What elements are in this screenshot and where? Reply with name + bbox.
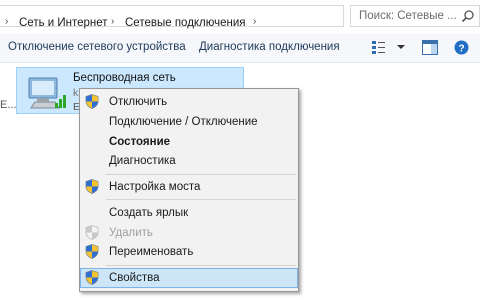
menu-item-disable[interactable]: Отключить <box>80 92 298 112</box>
command-bar: Отключение сетевого устройства Диагности… <box>0 34 480 63</box>
uac-shield-icon <box>85 225 99 240</box>
menu-item-diagnose[interactable]: Диагностика <box>80 151 298 171</box>
menu-divider <box>106 174 296 175</box>
breadcrumb-chevron-icon[interactable]: › <box>253 16 256 27</box>
wireless-adapter-icon <box>28 77 66 109</box>
uac-shield-icon <box>85 244 99 259</box>
network-name: Беспроводная сеть <box>73 72 176 84</box>
preview-pane-icon[interactable] <box>422 40 438 55</box>
search-input[interactable]: Поиск: Сетевые ... <box>350 5 480 27</box>
search-icon[interactable] <box>461 9 475 23</box>
menu-item-label: Отключить <box>109 96 168 108</box>
breadcrumb-chevron-icon[interactable]: › <box>5 16 8 27</box>
breadcrumb-network-internet[interactable]: Сеть и Интернет <box>19 17 108 29</box>
menu-divider <box>106 265 296 266</box>
menu-item-label: Свойства <box>109 272 160 284</box>
uac-shield-icon <box>85 270 99 285</box>
menu-item-delete: Удалить <box>80 223 298 243</box>
address-row: › Сеть и Интернет › Сетевые подключения … <box>0 0 480 34</box>
menu-item-bridge[interactable]: Настройка моста <box>80 177 298 197</box>
breadcrumb-network-connections[interactable]: Сетевые подключения <box>125 17 246 29</box>
address-bar[interactable]: › Сеть и Интернет › Сетевые подключения … <box>0 5 344 29</box>
disable-device-button[interactable]: Отключение сетевого устройства <box>8 41 186 53</box>
breadcrumb-chevron-icon[interactable]: › <box>111 16 114 27</box>
menu-item-rename[interactable]: Переименовать <box>80 242 298 262</box>
view-options-icon[interactable] <box>372 40 392 54</box>
partial-item-label: E... <box>0 99 17 111</box>
menu-item-status[interactable]: Состояние <box>80 132 298 152</box>
svg-text:?: ? <box>458 43 464 54</box>
menu-item-label: Подключение / Отключение <box>109 116 258 128</box>
menu-item-properties[interactable]: Свойства <box>80 268 298 288</box>
menu-item-label: Диагностика <box>109 155 176 167</box>
menu-item-label: Состояние <box>109 136 171 148</box>
uac-shield-icon <box>85 94 99 109</box>
menu-item-connect-disconnect[interactable]: Подключение / Отключение <box>80 112 298 132</box>
menu-item-label: Настройка моста <box>109 181 201 193</box>
menu-item-label: Удалить <box>109 227 153 239</box>
chevron-down-icon[interactable] <box>396 40 406 54</box>
menu-item-label: Создать ярлык <box>109 207 189 219</box>
menu-item-create-shortcut[interactable]: Создать ярлык <box>80 203 298 223</box>
context-menu: Отключить Подключение / Отключение Состо… <box>79 88 299 292</box>
uac-shield-icon <box>85 179 99 194</box>
menu-divider <box>106 199 296 200</box>
diagnose-connection-button[interactable]: Диагностика подключения <box>199 41 340 53</box>
search-placeholder: Поиск: Сетевые ... <box>359 10 457 22</box>
help-icon[interactable]: ? <box>454 40 469 55</box>
menu-item-label: Переименовать <box>109 246 194 258</box>
